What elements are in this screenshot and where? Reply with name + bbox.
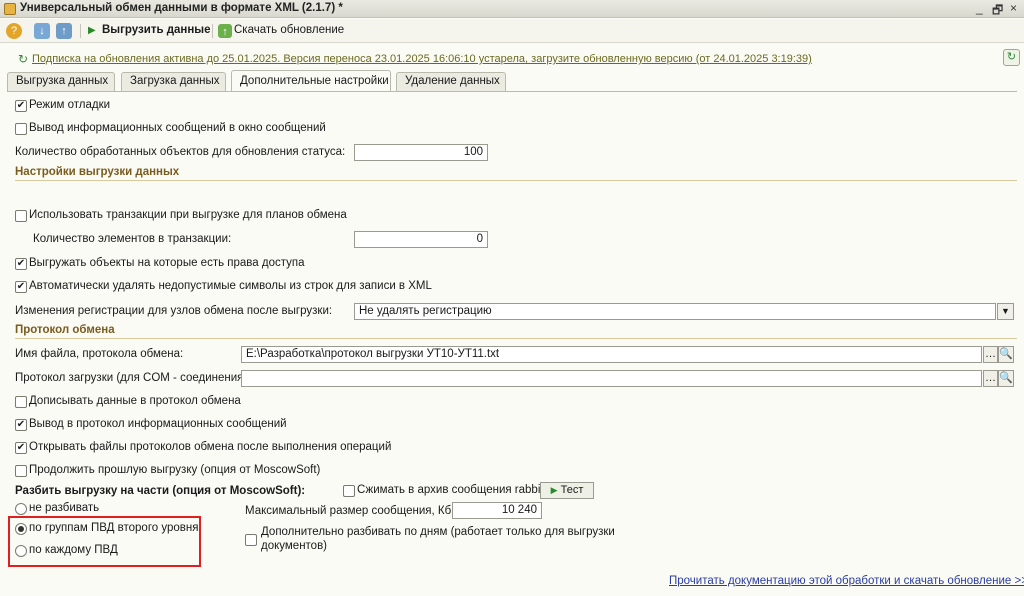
play-icon: ▶ bbox=[550, 485, 558, 495]
tab-export[interactable]: Выгрузка данных bbox=[7, 72, 115, 91]
transaction-items-label: Количество элементов в транзакции: bbox=[33, 233, 232, 245]
toolbar-separator bbox=[80, 24, 81, 38]
append-data-label: Дописывать данные в протокол обмена bbox=[29, 395, 241, 407]
tab-delete-data[interactable]: Удаление данных bbox=[396, 72, 506, 91]
remove-invalid-chars-label: Автоматически удалять недопустимые симво… bbox=[29, 280, 432, 292]
split-by-days-checkbox[interactable] bbox=[245, 534, 257, 546]
tab-import[interactable]: Загрузка данных bbox=[121, 72, 226, 91]
protocol-file-input[interactable]: E:\Разработка\протокол выгрузки УТ10-УТ1… bbox=[241, 346, 982, 363]
com-protocol-label: Протокол загрузки (для COM - соединения)… bbox=[15, 372, 251, 384]
play-icon: ▶ bbox=[88, 25, 96, 36]
remove-invalid-chars-checkbox[interactable]: ✔ bbox=[15, 281, 27, 293]
split-option-none-label: не разбивать bbox=[29, 502, 100, 514]
continue-export-label: Продолжить прошлую выгрузку (опция от Mo… bbox=[29, 464, 321, 476]
tab-additional-settings[interactable]: Дополнительные настройки bbox=[231, 70, 391, 92]
export-with-rights-checkbox[interactable]: ✔ bbox=[15, 258, 27, 270]
minimize-icon[interactable]: _ bbox=[976, 1, 983, 15]
export-settings-header: Настройки выгрузки данных bbox=[15, 166, 180, 178]
continue-export-checkbox[interactable] bbox=[15, 465, 27, 477]
highlight-frame bbox=[8, 516, 201, 567]
test-button-label: Тест bbox=[560, 484, 584, 496]
protocol-file-label: Имя файла, протокола обмена: bbox=[15, 348, 184, 360]
refresh-button[interactable]: ↻ bbox=[1003, 49, 1020, 66]
registration-changes-select[interactable]: Не удалять регистрацию bbox=[354, 303, 996, 320]
toolbar: ? ↓ ↑ ▶ Выгрузить данные ↑ Скачать обнов… bbox=[0, 19, 1024, 43]
download-update-button[interactable]: Скачать обновление bbox=[234, 24, 344, 36]
app-icon bbox=[4, 3, 16, 15]
tab-divider bbox=[7, 91, 1017, 92]
download-update-icon: ↑ bbox=[218, 24, 232, 38]
append-data-checkbox[interactable] bbox=[15, 396, 27, 408]
debug-mode-label: Режим отладки bbox=[29, 99, 111, 111]
update-notice-icon: ↻ bbox=[18, 52, 29, 66]
split-by-days-label: Дополнительно разбивать по дням (работае… bbox=[261, 526, 615, 538]
search-icon[interactable]: 🔍 bbox=[998, 370, 1014, 387]
info-to-protocol-label: Вывод в протокол информационных сообщени… bbox=[29, 418, 287, 430]
close-icon[interactable]: × bbox=[1010, 1, 1017, 15]
browse-button[interactable]: … bbox=[983, 346, 998, 363]
section-divider bbox=[15, 338, 1017, 339]
info-messages-label: Вывод информационных сообщений в окно со… bbox=[29, 122, 326, 134]
toolbar-separator bbox=[212, 24, 213, 38]
split-by-days-label-cont: документов) bbox=[261, 540, 328, 552]
documentation-link[interactable]: Прочитать документацию этой обработки и … bbox=[669, 575, 1024, 587]
max-size-input[interactable]: 10 240 bbox=[452, 502, 542, 519]
compress-checkbox[interactable] bbox=[343, 485, 355, 497]
export-data-button[interactable]: Выгрузить данные bbox=[102, 24, 211, 36]
export-with-rights-label: Выгружать объекты на которые есть права … bbox=[29, 257, 305, 269]
split-header: Разбить выгрузку на части (опция от Mosc… bbox=[15, 485, 306, 497]
browse-button[interactable]: … bbox=[983, 370, 998, 387]
search-icon[interactable]: 🔍 bbox=[998, 346, 1014, 363]
open-files-checkbox[interactable]: ✔ bbox=[15, 442, 27, 454]
update-notice-link[interactable]: Подписка на обновления активна до 25.01.… bbox=[32, 53, 812, 65]
info-messages-checkbox[interactable] bbox=[15, 123, 27, 135]
title-bar: Универсальный обмен данными в формате XM… bbox=[0, 0, 1024, 18]
window-title: Универсальный обмен данными в формате XM… bbox=[20, 2, 343, 14]
use-transactions-checkbox[interactable] bbox=[15, 210, 27, 222]
section-divider bbox=[15, 180, 1017, 181]
com-protocol-input[interactable] bbox=[241, 370, 982, 387]
chevron-down-icon[interactable]: ▼ bbox=[997, 303, 1014, 320]
compress-label: Сжимать в архив сообщения rabbit M bbox=[357, 484, 557, 496]
test-button[interactable]: ▶ Тест bbox=[540, 482, 594, 499]
open-files-label: Открывать файлы протоколов обмена после … bbox=[29, 441, 392, 453]
processed-count-input[interactable]: 100 bbox=[354, 144, 488, 161]
debug-mode-checkbox[interactable]: ✔ bbox=[15, 100, 27, 112]
info-to-protocol-checkbox[interactable]: ✔ bbox=[15, 419, 27, 431]
settings-save-icon[interactable]: ↓ bbox=[34, 23, 50, 39]
transaction-items-input[interactable]: 0 bbox=[354, 231, 488, 248]
split-option-none-radio[interactable] bbox=[15, 503, 27, 515]
help-icon[interactable]: ? bbox=[6, 23, 22, 39]
max-size-label: Максимальный размер сообщения, Кб: bbox=[245, 505, 455, 517]
use-transactions-label: Использовать транзакции при выгрузке для… bbox=[29, 209, 347, 221]
processed-count-label: Количество обработанных объектов для обн… bbox=[15, 146, 346, 158]
registration-changes-label: Изменения регистрации для узлов обмена п… bbox=[15, 305, 333, 317]
protocol-header: Протокол обмена bbox=[15, 324, 115, 336]
settings-load-icon[interactable]: ↑ bbox=[56, 23, 72, 39]
